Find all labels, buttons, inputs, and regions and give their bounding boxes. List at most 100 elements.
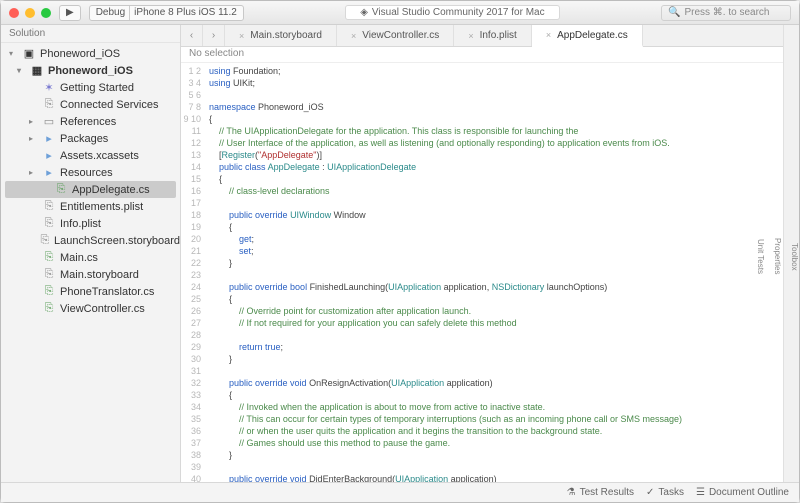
play-icon: ▶ [66,7,74,18]
tree-item[interactable]: ⎘ Main.cs [1,249,180,266]
disclosure-triangle-icon[interactable]: ▸ [29,134,38,143]
document-outline-pad[interactable]: ☰ Document Outline [696,487,789,498]
title-area: ◈ Visual Studio Community 2017 for Mac [252,5,653,20]
tree-item[interactable]: ✶ Getting Started [1,79,180,96]
solution-tree[interactable]: ▾ ▣ Phoneword_iOS ▾ ▦ Phoneword_iOS ✶ Get… [1,43,180,482]
device-label: iPhone 8 Plus iOS 11.2 [134,7,237,18]
tree-item-label: Main.cs [60,252,98,264]
outline-icon: ☰ [696,487,705,498]
document-tab[interactable]: × Main.storyboard [225,25,337,46]
disclosure-triangle-icon[interactable]: ▾ [17,66,26,75]
tree-item[interactable]: ⎘ Main.storyboard [1,266,180,283]
disclosure-triangle-icon[interactable]: ▾ [9,49,18,58]
tree-item-label: LaunchScreen.storyboard [54,235,180,247]
tree-item[interactable]: ⎘ViewController.cs [1,300,180,317]
solution-icon: ▣ [22,47,36,60]
tree-item-label: Connected Services [60,99,158,111]
tab-label: Main.storyboard [250,30,322,41]
search-icon: 🔍 [668,7,680,18]
tasks-label: Tasks [658,487,684,498]
sidebar-title: Solution [9,28,45,39]
folder-icon: ▸ [42,166,56,179]
document-tabs: ‹ › × Main.storyboard × ViewController.cs ×I… [181,25,783,47]
cs-icon: ⎘ [42,251,56,264]
line-gutter: 1 2 3 4 5 6 7 8 9 10 11 12 13 14 15 16 1… [181,63,205,482]
tree-item[interactable]: ⎘ Info.plist [1,215,180,232]
app-window: ▶ Debug iPhone 8 Plus iOS 11.2 ◈ Visual … [0,0,800,503]
folder-icon: ▸ [42,149,56,162]
tree-item-label: PhoneTranslator.cs [60,286,154,298]
close-tab-icon[interactable]: × [468,31,473,41]
tree-item-label: Main.storyboard [60,269,139,281]
toolbox-pad-tab[interactable]: Toolbox [790,243,799,271]
properties-pad-tab[interactable]: Properties [773,238,782,274]
tree-item-label: Assets.xcassets [60,150,139,162]
tree-item[interactable]: ⎘Entitlements.plist [1,198,180,215]
test-results-pad[interactable]: ⚗ Test Results [567,487,634,498]
file-icon: ⎘ [42,217,56,230]
window-controls [9,8,51,18]
close-tab-icon[interactable]: × [239,31,244,41]
status-bar: ⚗ Test Results ✓Tasks ☰ Document Outline [1,482,799,502]
editor-area: ‹ › × Main.storyboard × ViewController.cs ×I… [181,25,783,482]
cs-icon: ⎘ [42,285,56,298]
tab-nav-fwd[interactable]: › [203,25,225,46]
tree-item[interactable]: ▸▭References [1,113,180,130]
config-selector[interactable]: Debug iPhone 8 Plus iOS 11.2 [89,5,244,21]
unit-tests-pad-tab[interactable]: Unit Tests [756,239,765,274]
document-tab-active[interactable]: × AppDelegate.cs [532,25,643,47]
titlebar: ▶ Debug iPhone 8 Plus iOS 11.2 ◈ Visual … [1,1,799,25]
global-search[interactable]: 🔍 Press ⌘. to search [661,5,791,21]
minimize-window-button[interactable] [25,8,35,18]
title-pill: ◈ Visual Studio Community 2017 for Mac [345,5,559,20]
project-node[interactable]: ▾ ▦ Phoneword_iOS [1,62,180,79]
close-window-button[interactable] [9,8,19,18]
document-tab[interactable]: ×Info.plist [454,25,532,46]
separator [129,6,130,20]
tree-item[interactable]: ▸ ▸ Packages [1,130,180,147]
tree-item-label: ViewController.cs [60,303,145,315]
right-pad-strip: Toolbox Properties Unit Tests [783,25,799,482]
tree-item[interactable]: ▸▸Resources [1,164,180,181]
config-label: Debug [96,7,125,18]
tree-item-selected[interactable]: ⎘AppDelegate.cs [5,181,176,198]
close-tab-icon[interactable]: × [546,30,551,40]
plug-icon: ⎘ [42,98,56,111]
document-tab[interactable]: × ViewController.cs [337,25,454,46]
breadcrumb-text: No selection [189,48,244,59]
zoom-window-button[interactable] [41,8,51,18]
sidebar-header: Solution [1,25,180,43]
body: Solution ▾ ▣ Phoneword_iOS ▾ ▦ Phoneword… [1,25,799,482]
search-placeholder: Press ⌘. to search [684,7,769,18]
tree-item-label: Info.plist [60,218,101,230]
disclosure-triangle-icon[interactable]: ▸ [29,168,38,177]
vs-icon: ◈ [360,7,368,18]
close-tab-icon[interactable]: × [351,31,356,41]
tree-item-label: Packages [60,133,108,145]
tasks-pad[interactable]: ✓Tasks [646,487,684,498]
tree-item-label: Getting Started [60,82,134,94]
code-editor[interactable]: 1 2 3 4 5 6 7 8 9 10 11 12 13 14 15 16 1… [181,63,783,482]
wand-icon: ✶ [42,81,56,94]
outline-label: Document Outline [709,487,789,498]
tab-nav-back[interactable]: ‹ [181,25,203,46]
file-icon: ⎘ [42,268,56,281]
tab-label: ViewController.cs [362,30,439,41]
cs-icon: ⎘ [54,183,68,196]
tab-label: AppDelegate.cs [557,30,628,41]
tree-item[interactable]: ⎘ PhoneTranslator.cs [1,283,180,300]
tree-item[interactable]: ⎘ Connected Services [1,96,180,113]
solution-root[interactable]: ▾ ▣ Phoneword_iOS [1,45,180,62]
run-button[interactable]: ▶ [59,5,81,21]
file-icon: ⎘ [42,200,56,213]
project-icon: ▦ [30,64,44,77]
breadcrumb-bar[interactable]: No selection [181,47,783,63]
tree-item[interactable]: ▸ Assets.xcassets [1,147,180,164]
solution-sidebar: Solution ▾ ▣ Phoneword_iOS ▾ ▦ Phoneword… [1,25,181,482]
disclosure-triangle-icon[interactable]: ▸ [29,117,38,126]
tree-item[interactable]: ⎘LaunchScreen.storyboard [1,232,180,249]
flask-icon: ⚗ [567,487,576,498]
code-content[interactable]: using Foundation; using UIKit; namespace… [205,63,783,482]
test-results-label: Test Results [580,487,634,498]
folder-icon: ▸ [42,132,56,145]
